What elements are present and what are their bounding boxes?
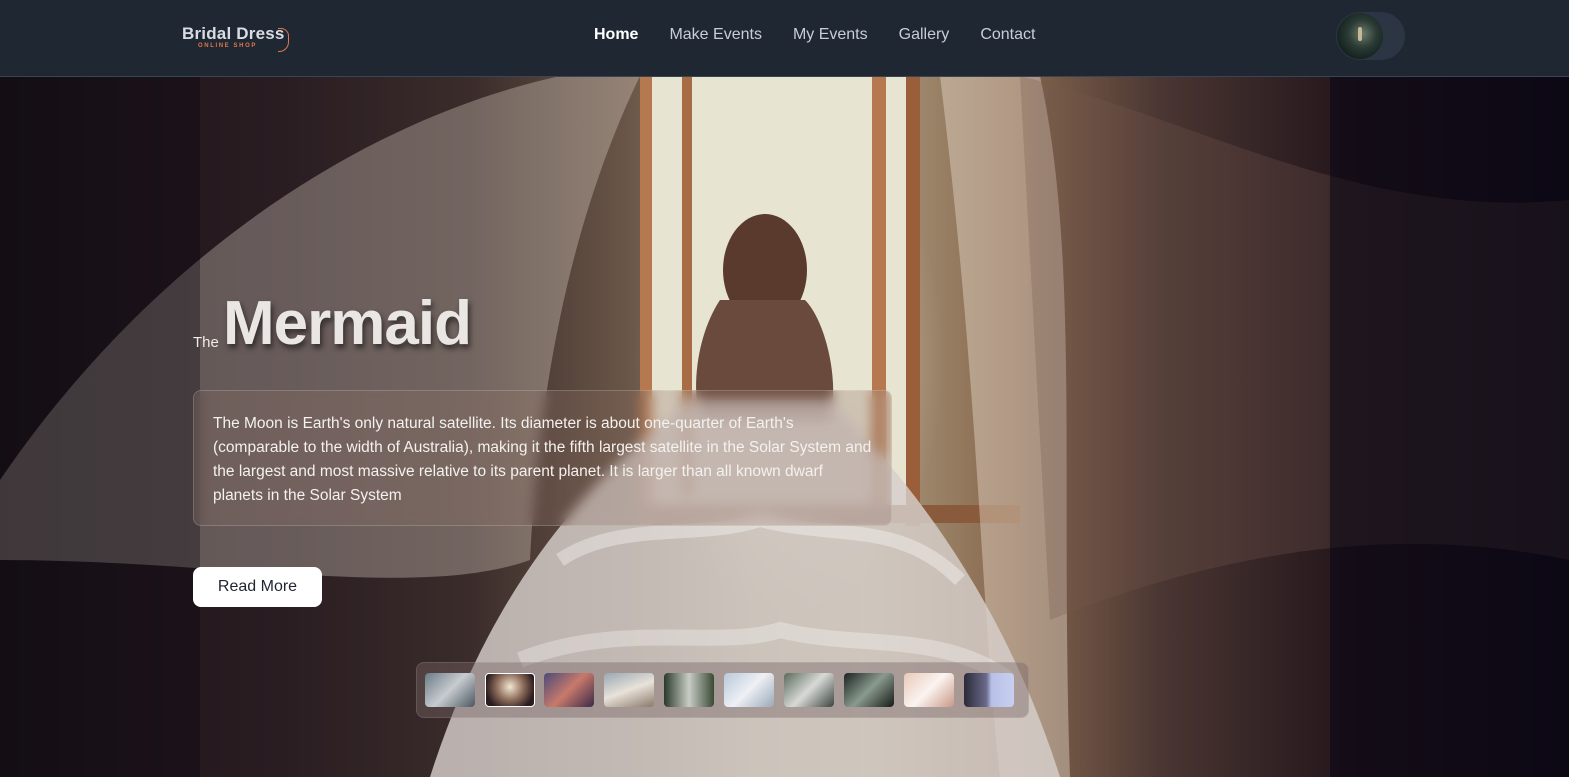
thumbnail-4[interactable] [604, 673, 654, 707]
user-menu-button[interactable] [1336, 12, 1405, 60]
window-frame-right [906, 76, 920, 526]
thumbnail-5[interactable] [664, 673, 714, 707]
top-navbar: Bridal Dress ONLINE SHOP Home Make Event… [0, 0, 1569, 77]
brand-name: Bridal Dress [182, 24, 285, 43]
brand-tagline: ONLINE SHOP [198, 43, 257, 49]
hero-title: Mermaid [223, 289, 472, 358]
nav-contact[interactable]: Contact [980, 26, 1035, 44]
nav-make-events[interactable]: Make Events [669, 26, 761, 44]
hero-description-card: The Moon is Earth's only natural satelli… [193, 390, 892, 526]
thumbnail-strip [416, 662, 1029, 718]
hero-title-prefix: The [193, 334, 219, 351]
main-nav: Home Make Events My Events Gallery Conta… [594, 26, 1066, 44]
avatar-figure [1358, 27, 1362, 41]
thumbnail-10[interactable] [964, 673, 1014, 707]
hero-description: The Moon is Earth's only natural satelli… [213, 415, 872, 504]
nav-my-events[interactable]: My Events [793, 26, 868, 44]
user-avatar-icon [1337, 13, 1383, 59]
hero-scene [0, 76, 1569, 777]
thumbnail-1[interactable] [425, 673, 475, 707]
nav-gallery[interactable]: Gallery [899, 26, 950, 44]
read-more-button[interactable]: Read More [193, 567, 322, 607]
shopping-bag-icon [278, 28, 289, 52]
thumbnail-9[interactable] [904, 673, 954, 707]
brand-logo[interactable]: Bridal Dress ONLINE SHOP [182, 24, 294, 54]
thumbnail-3[interactable] [544, 673, 594, 707]
thumbnail-7[interactable] [784, 673, 834, 707]
hero-background-image [0, 0, 1569, 777]
thumbnail-8[interactable] [844, 673, 894, 707]
thumbnail-6[interactable] [724, 673, 774, 707]
thumbnail-2[interactable] [485, 673, 535, 707]
vignette-left [0, 76, 200, 777]
nav-home[interactable]: Home [594, 26, 638, 44]
vignette-right [1330, 76, 1569, 777]
